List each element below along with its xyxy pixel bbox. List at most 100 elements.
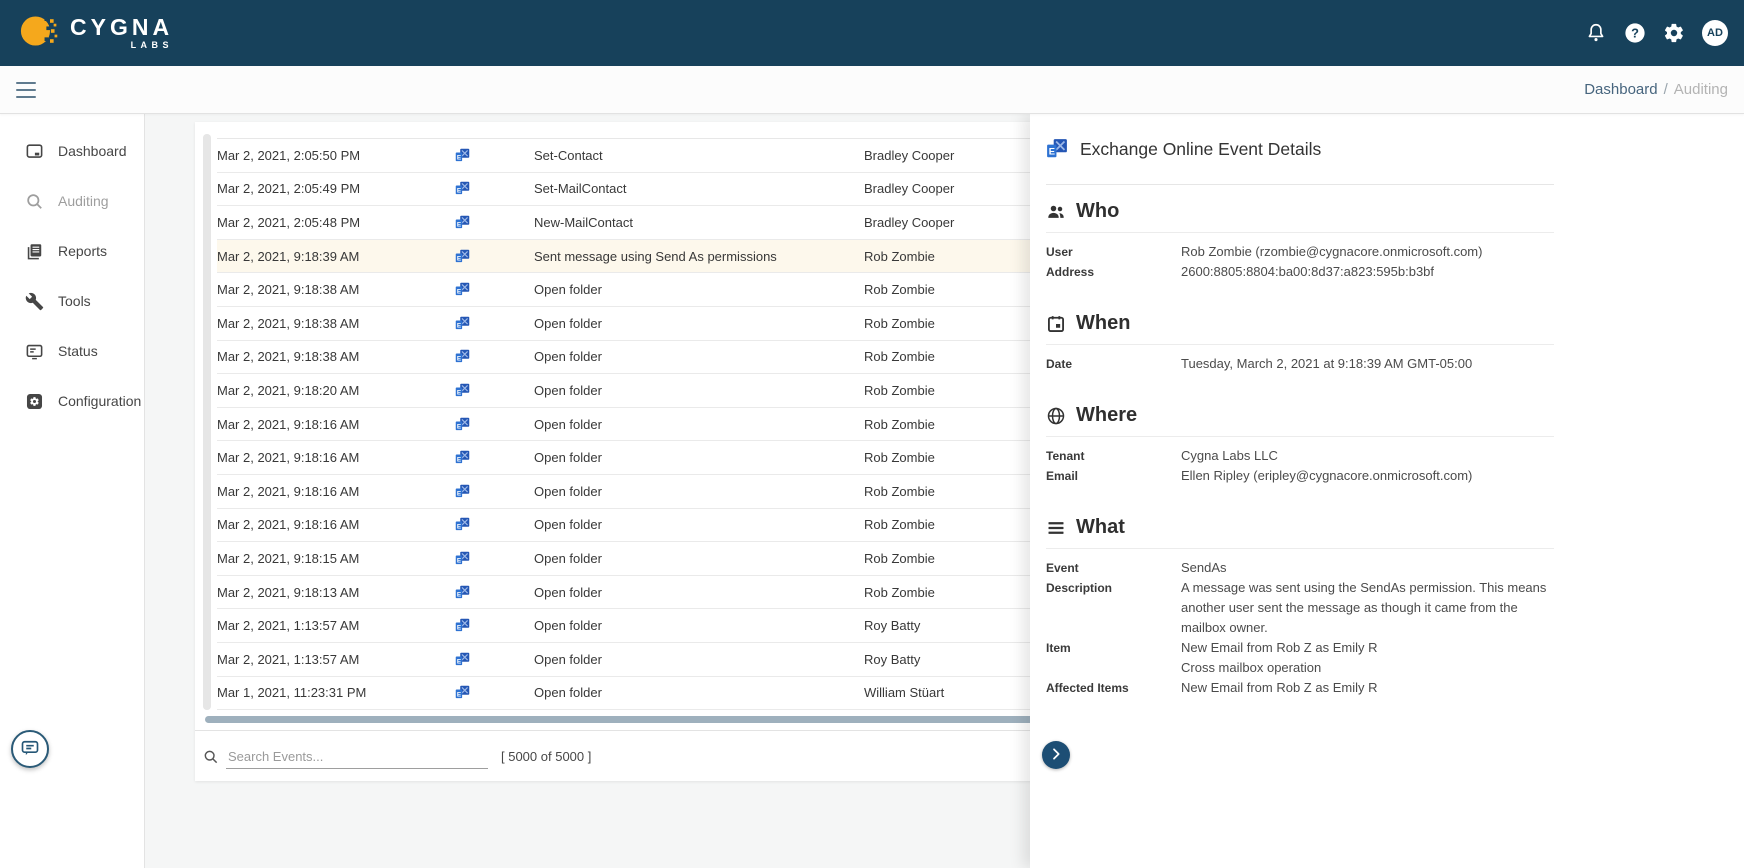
detail-label: Address [1046,262,1181,282]
panel-body: WhoUserRob Zombie (rzombie@cygnacore.onm… [1046,200,1554,698]
exchange-icon: E [447,484,477,499]
panel-section-what: What EventSendAsDescriptionA message was … [1046,516,1554,698]
detail-row: DateTuesday, March 2, 2021 at 9:18:39 AM… [1046,354,1554,374]
event-name: Open folder [534,517,864,532]
exchange-icon: E [447,383,477,398]
exchange-icon: E [447,585,477,600]
exchange-icon: E [447,652,477,667]
svg-text:E: E [456,557,460,564]
detail-label: User [1046,242,1181,262]
detail-row: Affected ItemsNew Email from Rob Z as Em… [1046,678,1554,698]
detail-row: ItemNew Email from Rob Z as Emily RCross… [1046,638,1554,678]
detail-label: Description [1046,578,1181,638]
svg-text:E: E [456,456,460,463]
sidebar-item-auditing[interactable]: Auditing [0,176,144,226]
breadcrumb: Dashboard/Auditing [1584,81,1728,98]
event-time: Mar 2, 2021, 9:18:16 AM [217,417,447,432]
detail-value: Cygna Labs LLC [1181,446,1554,466]
cygna-logo[interactable]: CYGNA LABS [20,11,173,56]
section-title: Who [1076,200,1119,223]
event-name: Set-MailContact [534,181,864,196]
exchange-icon: E [447,551,477,566]
panel-title: Exchange Online Event Details [1080,139,1321,160]
event-time: Mar 2, 2021, 9:18:16 AM [217,517,447,532]
result-count: [ 5000 of 5000 ] [501,749,591,764]
exchange-icon: E [447,417,477,432]
table-vertical-scrollbar[interactable] [203,134,211,710]
event-name: Open folder [534,618,864,633]
sidebar-item-reports[interactable]: Reports [0,226,144,276]
detail-value: 2600:8805:8804:ba00:8d37:a823:595b:b3bf [1181,262,1554,282]
status-icon [25,342,44,361]
event-name: Sent message using Send As permissions [534,249,864,264]
event-name: Open folder [534,450,864,465]
sidebar-item-status[interactable]: Status [0,326,144,376]
svg-text:E: E [456,490,460,497]
detail-label: Event [1046,558,1181,578]
svg-text:E: E [456,423,460,430]
reports-icon [25,242,44,261]
breadcrumb-parent[interactable]: Dashboard [1584,81,1657,98]
detail-row: EmailEllen Ripley (eripley@cygnacore.onm… [1046,466,1554,486]
event-time: Mar 2, 2021, 9:18:13 AM [217,585,447,600]
sidebar-item-dashboard[interactable]: Dashboard [0,126,144,176]
svg-text:?: ? [1631,26,1639,41]
event-name: Open folder [534,551,864,566]
help-icon[interactable]: ? [1624,22,1646,44]
brand-sub: LABS [131,41,174,50]
sidebar-item-configuration[interactable]: Configuration [0,376,144,426]
event-time: Mar 2, 2021, 1:13:57 AM [217,618,447,633]
section-title: Where [1076,404,1137,427]
detail-label: Item [1046,638,1181,678]
notifications-bell-icon[interactable] [1585,22,1607,44]
section-title: What [1076,516,1125,539]
svg-text:E: E [456,356,460,363]
event-name: New-MailContact [534,215,864,230]
svg-text:E: E [456,288,460,295]
event-name: Open folder [534,316,864,331]
panel-header: E Exchange Online Event Details [1046,114,1554,185]
svg-text:E: E [456,255,460,262]
event-time: Mar 2, 2021, 9:18:38 AM [217,282,447,297]
detail-label: Date [1046,354,1181,374]
detail-value: A message was sent using the SendAs perm… [1181,578,1554,638]
detail-label: Affected Items [1046,678,1181,698]
exchange-icon: E [447,148,477,163]
topbar: CYGNA LABS ? AD [0,0,1744,66]
dashboard-icon [25,142,44,161]
settings-gear-icon[interactable] [1663,22,1685,44]
menu-toggle-button[interactable] [16,82,36,98]
event-name: Open folder [534,383,864,398]
detail-row: Address2600:8805:8804:ba00:8d37:a823:595… [1046,262,1554,282]
next-event-button[interactable] [1042,741,1070,769]
people-icon [1046,202,1066,222]
user-avatar[interactable]: AD [1702,20,1728,46]
event-time: Mar 2, 2021, 9:18:15 AM [217,551,447,566]
svg-text:E: E [456,658,460,665]
event-time: Mar 2, 2021, 9:18:38 AM [217,349,447,364]
exchange-icon: E [447,349,477,364]
chat-icon [20,738,40,761]
svg-text:E: E [456,154,460,161]
subheader: Dashboard/Auditing [0,66,1744,114]
event-name: Open folder [534,282,864,297]
event-time: Mar 2, 2021, 9:18:39 AM [217,249,447,264]
list-icon [1046,518,1066,538]
event-time: Mar 2, 2021, 9:18:38 AM [217,316,447,331]
svg-text:E: E [456,188,460,195]
chat-button[interactable] [11,730,49,768]
detail-value: Tuesday, March 2, 2021 at 9:18:39 AM GMT… [1181,354,1554,374]
event-time: Mar 2, 2021, 1:13:57 AM [217,652,447,667]
detail-row: EventSendAs [1046,558,1554,578]
exchange-icon: E [447,450,477,465]
search-icon [25,192,44,211]
sidebar-item-tools[interactable]: Tools [0,276,144,326]
brand-name: CYGNA [70,16,173,39]
event-time: Mar 2, 2021, 9:18:16 AM [217,484,447,499]
search-events-input[interactable] [226,745,488,769]
svg-text:E: E [456,692,460,699]
event-name: Open folder [534,685,864,700]
detail-value: New Email from Rob Z as Emily R [1181,678,1554,698]
tools-icon [25,292,44,311]
exchange-icon: E [447,316,477,331]
